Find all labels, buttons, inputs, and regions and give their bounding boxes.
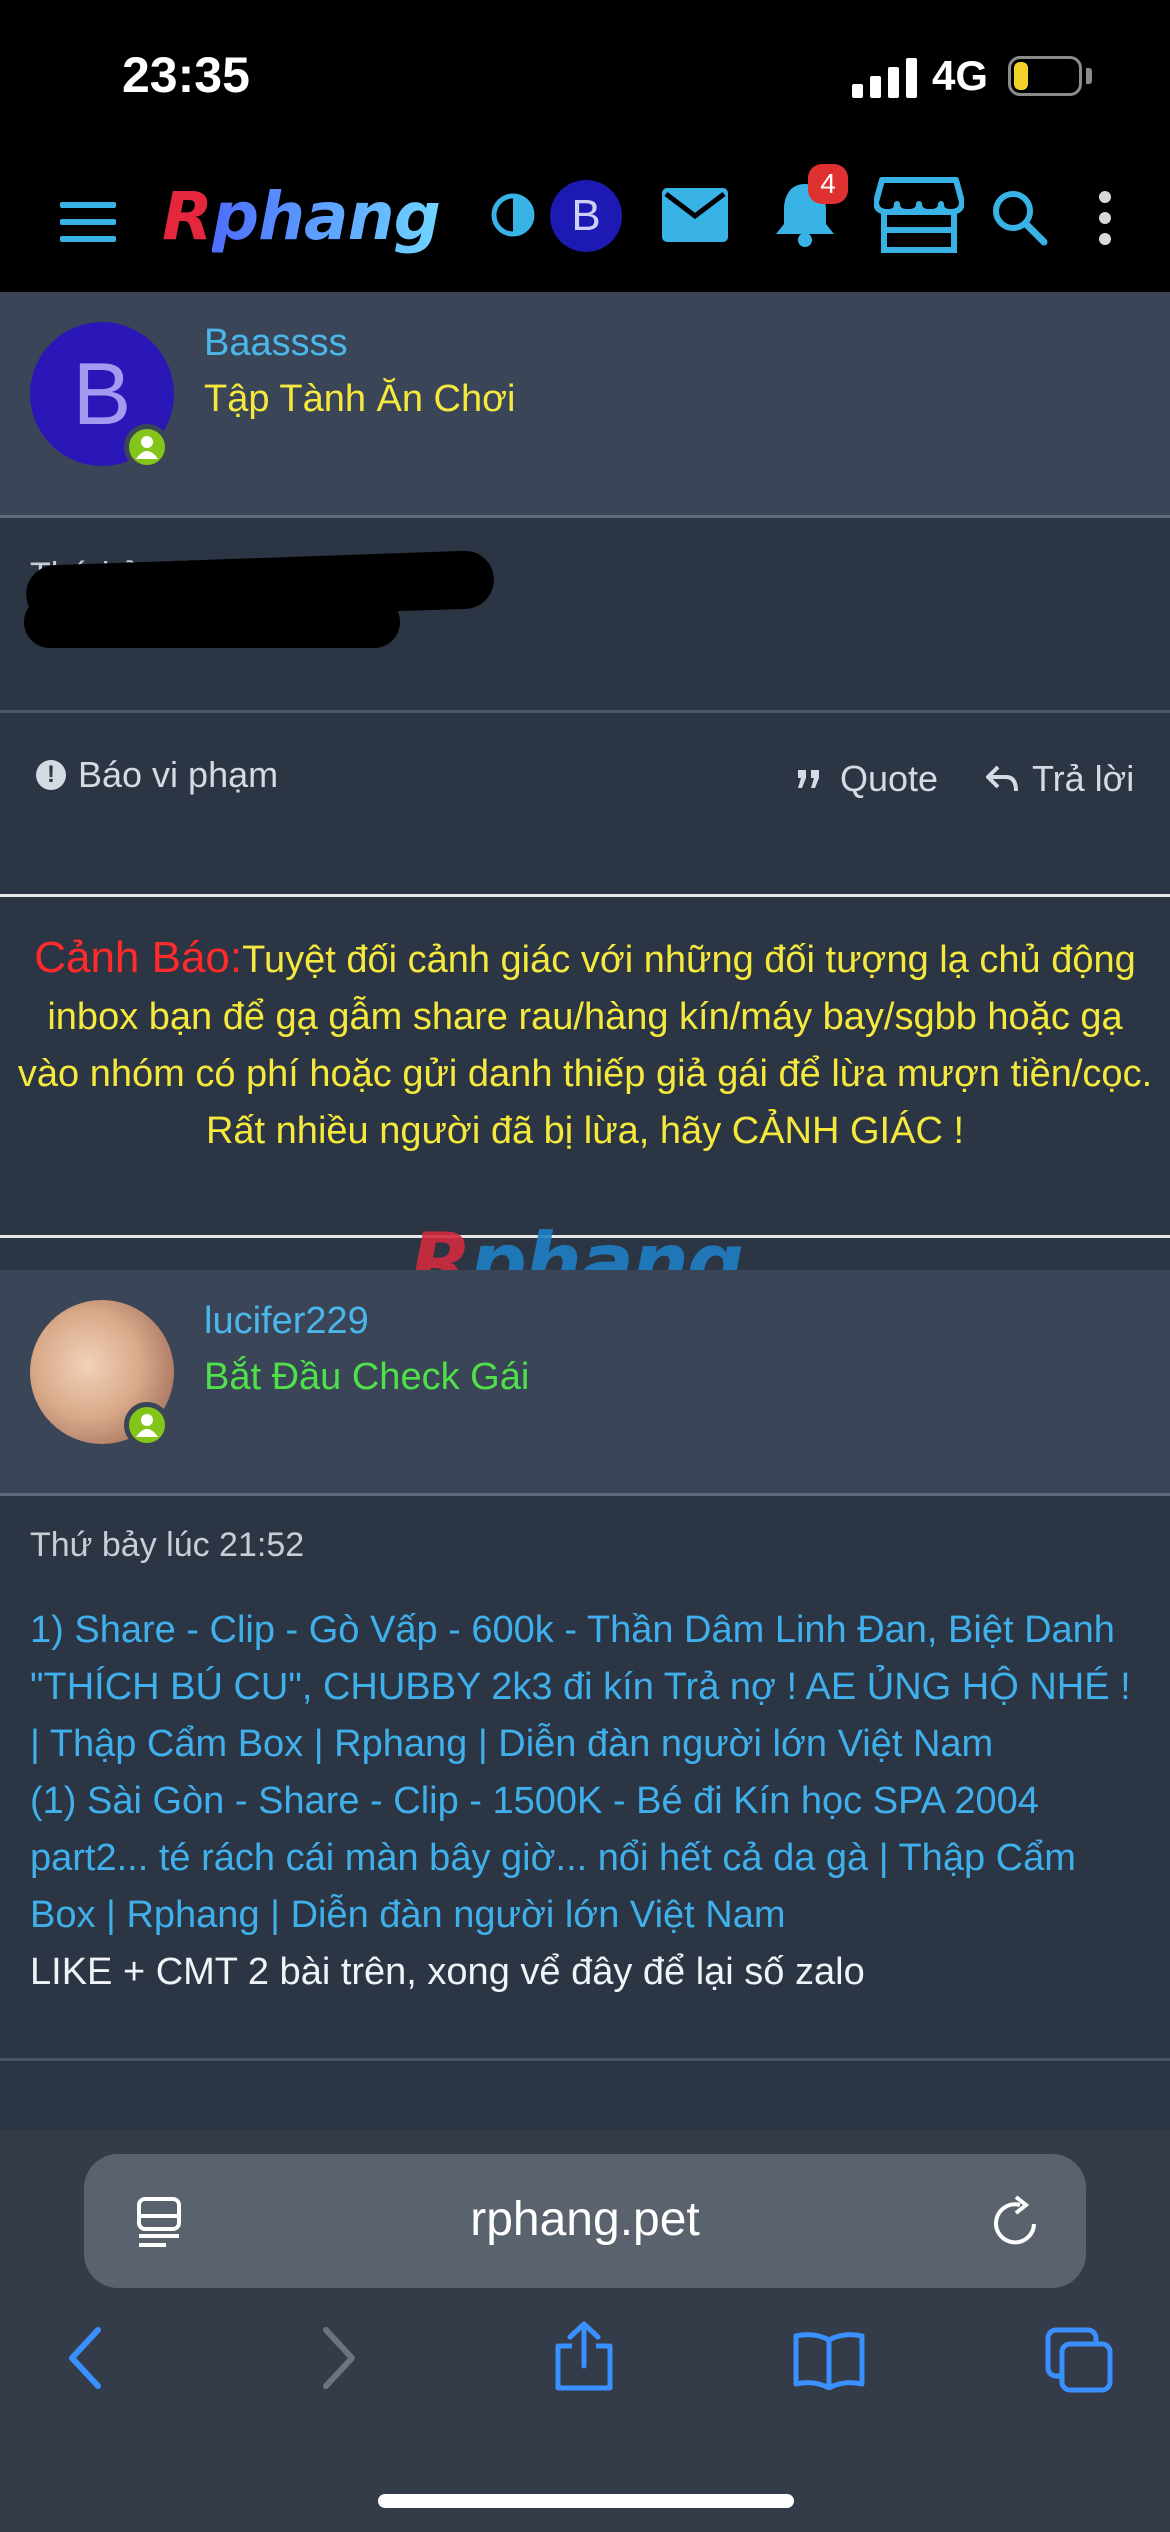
divider	[0, 2058, 1170, 2061]
url-text[interactable]: rphang.pet	[84, 2192, 1086, 2247]
redaction	[24, 596, 400, 648]
report-button[interactable]: ! Báo vi phạm	[36, 754, 278, 796]
battery-level: 15	[1035, 58, 1071, 94]
more-icon[interactable]	[1098, 190, 1112, 246]
address-bar[interactable]: rphang.pet	[84, 2154, 1086, 2288]
post-body: Thứ bảy lúc 21:15 ! Báo vi phạm Quote Tr…	[0, 518, 1170, 882]
report-icon: !	[36, 760, 66, 790]
tabs-icon[interactable]	[1044, 2326, 1114, 2394]
report-label: Báo vi phạm	[78, 754, 279, 795]
forward-icon[interactable]	[318, 2326, 358, 2390]
network-type: 4G	[932, 52, 989, 99]
quote-button[interactable]: Quote	[796, 758, 938, 800]
notification-badge: 4	[808, 164, 848, 204]
store-icon[interactable]	[874, 176, 964, 254]
logo-text: phang	[211, 178, 441, 255]
reply-icon	[986, 765, 1018, 792]
battery-icon: 15	[1008, 56, 1082, 96]
battery-tip	[1086, 68, 1092, 84]
status-bar: 23:35 4G 15	[0, 0, 1170, 150]
username[interactable]: lucifer229	[204, 1300, 369, 1343]
post: lucifer229 Bắt Đầu Check Gái Thứ bảy lúc…	[0, 1270, 1170, 2090]
divider	[0, 710, 1170, 713]
site-logo[interactable]: Rphang	[162, 178, 441, 262]
user-avatar[interactable]: B	[550, 180, 622, 252]
menu-icon[interactable]	[60, 202, 116, 242]
post-text: LIKE + CMT 2 bài trên, xong vể đây để lạ…	[30, 1951, 865, 1993]
reply-button[interactable]: Trả lời	[986, 758, 1134, 800]
mail-icon[interactable]	[662, 188, 728, 242]
post-body: Thứ bảy lúc 21:52 1) Share - Clip - Gò V…	[0, 1496, 1170, 2090]
user-title: Tập Tành Ăn Chơi	[204, 378, 516, 420]
quote-icon	[798, 770, 819, 788]
post-time[interactable]: Thứ bảy lúc 21:52	[30, 1526, 304, 1565]
contrast-icon[interactable]	[490, 192, 536, 238]
reload-icon[interactable]	[990, 2194, 1042, 2250]
status-time: 23:35	[122, 47, 250, 103]
warning-line2: Rất nhiều người đã bị lừa, hãy CẢNH GIÁC…	[205, 1110, 964, 1152]
post-author: B Baassss Tập Tành Ăn Chơi	[0, 292, 1170, 518]
username[interactable]: Baassss	[204, 322, 348, 365]
post-link[interactable]: (1) Sài Gòn - Share - Clip - 1500K - Bé …	[30, 1773, 1140, 1944]
online-status-icon	[124, 424, 170, 470]
post: B Baassss Tập Tành Ăn Chơi Thứ bảy lúc 2…	[0, 292, 1170, 882]
warning-banner: Cảnh Báo:Tuyệt đối cảnh giác với những đ…	[0, 894, 1170, 1238]
quote-label: Quote	[840, 758, 939, 799]
post-author: lucifer229 Bắt Đầu Check Gái	[0, 1270, 1170, 1496]
signal-icon	[852, 58, 917, 98]
home-indicator	[378, 2494, 794, 2508]
back-icon[interactable]	[66, 2326, 106, 2390]
app-header: Rphang B 4	[0, 150, 1170, 292]
warning-label: Cảnh Báo:	[34, 933, 243, 982]
reply-label: Trả lời	[1032, 758, 1135, 799]
bookmarks-icon[interactable]	[792, 2330, 866, 2390]
online-status-icon	[124, 1402, 170, 1448]
post-link[interactable]: 1) Share - Clip - Gò Vấp - 600k - Thần D…	[30, 1602, 1140, 1773]
post-content: 1) Share - Clip - Gò Vấp - 600k - Thần D…	[30, 1602, 1140, 2001]
browser-toolbar: rphang.pet	[0, 2130, 1170, 2532]
search-icon[interactable]	[990, 188, 1048, 246]
user-title: Bắt Đầu Check Gái	[204, 1356, 530, 1398]
share-icon[interactable]	[552, 2320, 616, 2392]
logo-r: R	[162, 178, 213, 255]
